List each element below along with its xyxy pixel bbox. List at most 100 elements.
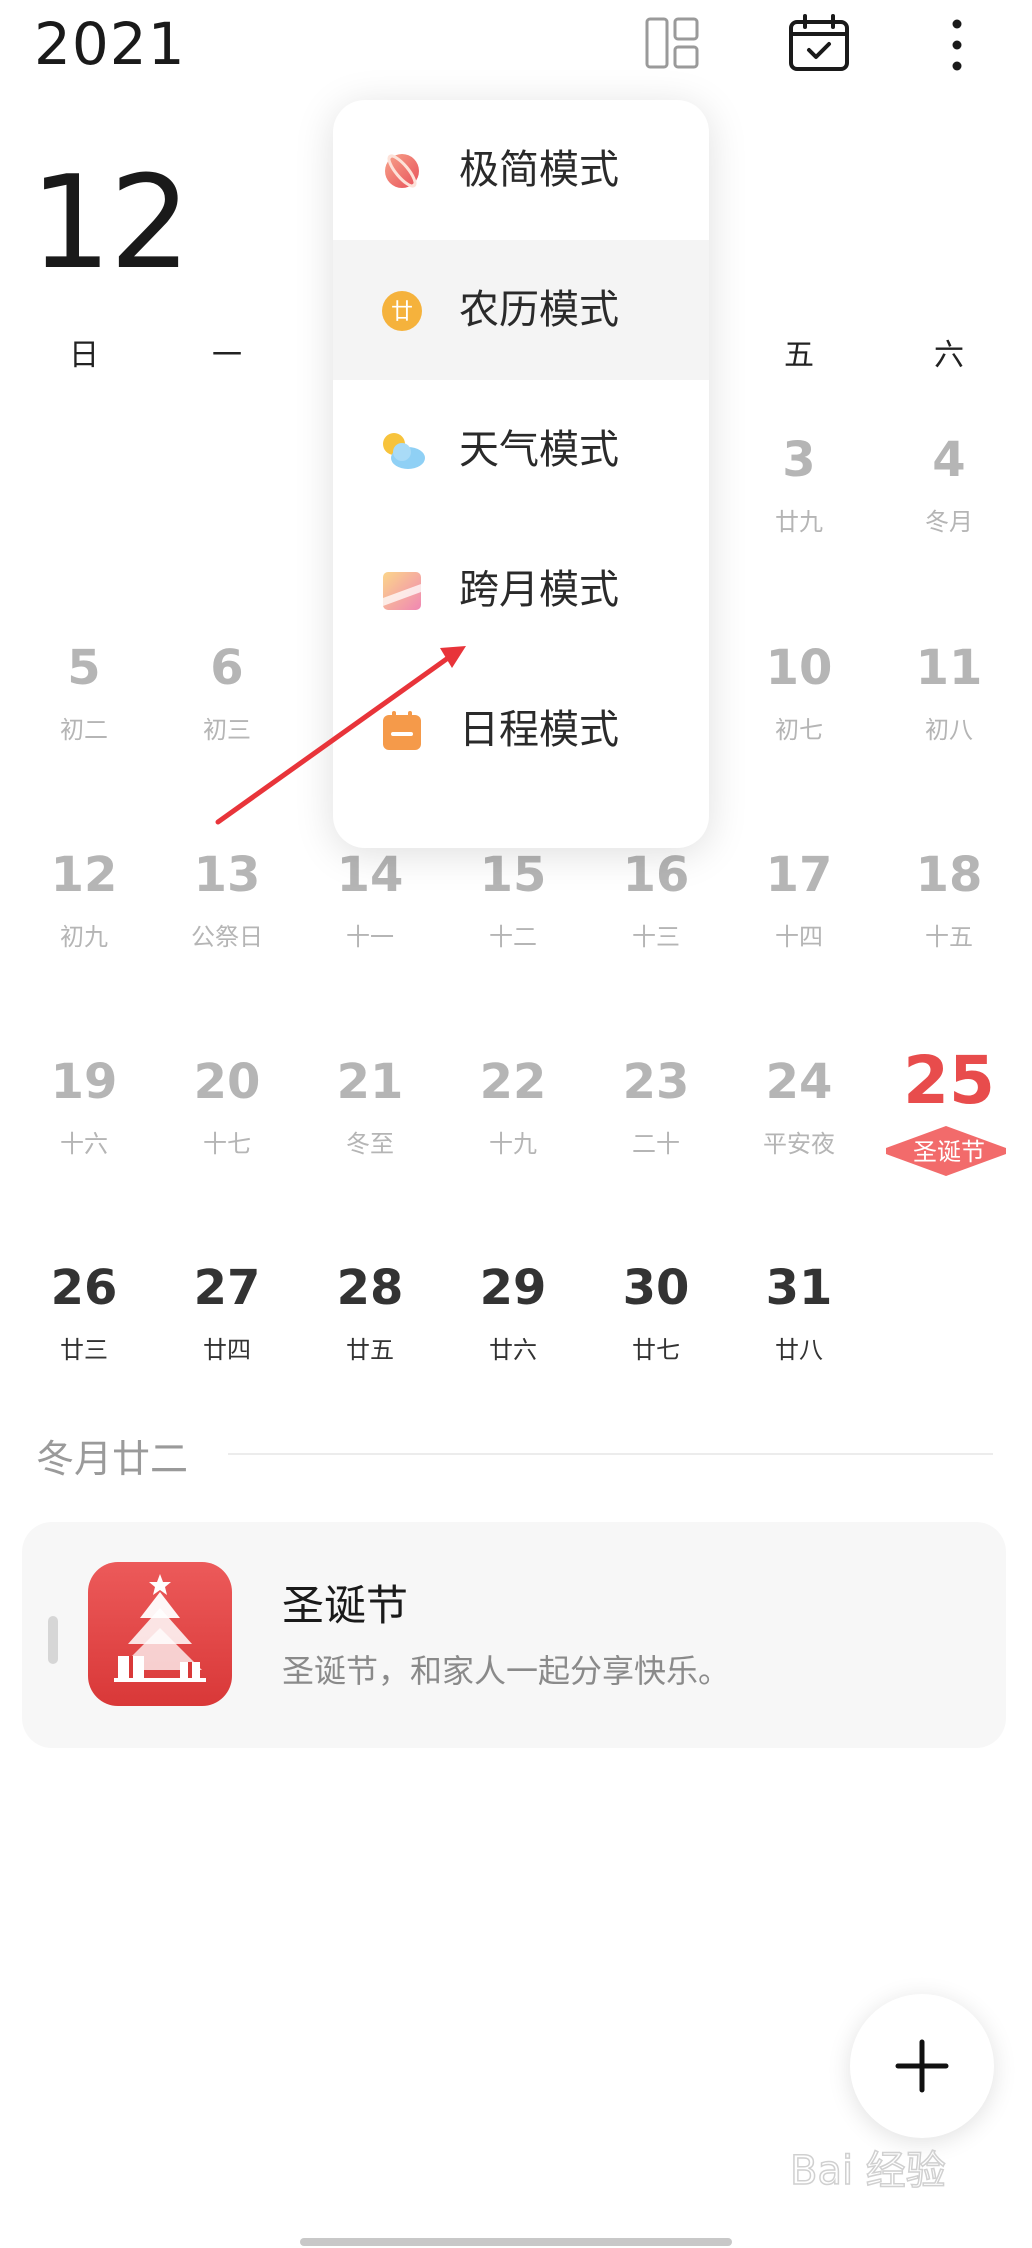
day-number: 19 xyxy=(50,1054,118,1110)
lunar-date: 初八 xyxy=(925,716,973,744)
lunar-date: 廿八 xyxy=(775,1336,823,1364)
menu-item-label: 农历模式 xyxy=(459,287,619,333)
day-cell[interactable]: 5 初二 xyxy=(12,644,156,745)
day-cell[interactable]: 31 廿八 xyxy=(727,1264,871,1365)
lunar-date: 廿七 xyxy=(632,1336,680,1364)
day-cell[interactable]: 23 二十 xyxy=(584,1058,728,1159)
day-cell[interactable]: 14 十一 xyxy=(298,851,442,952)
day-cell[interactable]: 29 廿六 xyxy=(441,1264,585,1365)
menu-item-label: 天气模式 xyxy=(459,427,619,473)
drag-handle[interactable] xyxy=(48,1616,58,1664)
menu-item-schedule[interactable]: 日程模式 xyxy=(333,660,709,800)
day-cell[interactable]: 13 公祭日 xyxy=(155,851,299,952)
lunar-date: 十四 xyxy=(775,923,823,951)
day-cell[interactable]: 15 十二 xyxy=(441,851,585,952)
month-number: 12 xyxy=(30,149,191,298)
day-number: 28 xyxy=(336,1260,404,1316)
menu-item-minimal[interactable]: 极简模式 xyxy=(333,100,709,240)
day-number: 29 xyxy=(479,1260,547,1316)
lunar-date: 十六 xyxy=(60,1130,108,1158)
event-description: 圣诞节，和家人一起分享快乐。 xyxy=(282,1652,731,1690)
day-number: 5 xyxy=(67,640,101,696)
menu-item-weather[interactable]: 天气模式 xyxy=(333,380,709,520)
day-cell[interactable]: 10 初七 xyxy=(727,644,871,745)
add-event-button[interactable] xyxy=(850,1994,994,2138)
menu-item-lunar[interactable]: 廿 农历模式 xyxy=(333,240,709,380)
lunar-date: 初七 xyxy=(775,716,823,744)
day-number: 20 xyxy=(193,1054,261,1110)
lunar-date: 廿三 xyxy=(60,1336,108,1364)
baidu-watermark-logo: Bai 经验 xyxy=(790,2147,947,2195)
day-number: 25 xyxy=(903,1042,995,1119)
day-number: 15 xyxy=(479,847,547,903)
lunar-date: 冬月 xyxy=(925,508,973,536)
day-number: 10 xyxy=(765,640,833,696)
event-title: 圣诞节 xyxy=(282,1581,409,1630)
day-cell[interactable]: 27 廿四 xyxy=(155,1264,299,1365)
lunar-date: 廿五 xyxy=(346,1336,394,1364)
lunar-date: 十三 xyxy=(632,923,680,951)
day-number: 14 xyxy=(336,847,404,903)
day-cell[interactable]: 24 平安夜 xyxy=(727,1058,871,1159)
day-cell[interactable]: 3 廿九 xyxy=(727,436,871,537)
weekday-label: 六 xyxy=(934,338,964,373)
day-number: 26 xyxy=(50,1260,118,1316)
menu-item-label: 日程模式 xyxy=(459,707,619,753)
day-number: 6 xyxy=(210,640,244,696)
plus-icon xyxy=(895,2039,949,2093)
day-cell[interactable]: 19 十六 xyxy=(12,1058,156,1159)
lunar-date: 十九 xyxy=(489,1130,537,1158)
weekday-label: 日 xyxy=(69,338,99,373)
day-number: 11 xyxy=(915,640,983,696)
lunar-date: 廿六 xyxy=(489,1336,537,1364)
menu-item-cross-month[interactable]: 跨月模式 xyxy=(333,520,709,660)
lunar-date: 平安夜 xyxy=(763,1130,835,1158)
day-number: 30 xyxy=(622,1260,690,1316)
day-number: 24 xyxy=(765,1054,833,1110)
day-cell[interactable]: 18 十五 xyxy=(877,851,1021,952)
weekday-label: 五 xyxy=(784,338,814,373)
more-vertical-icon[interactable] xyxy=(944,18,970,72)
lunar-date: 十五 xyxy=(925,923,973,951)
layout-icon[interactable] xyxy=(644,16,700,70)
weekday-label: 一 xyxy=(212,338,242,373)
day-cell[interactable]: 17 十四 xyxy=(727,851,871,952)
selected-date-label: 冬月廿二 xyxy=(36,1437,189,1481)
day-cell[interactable]: 30 廿七 xyxy=(584,1264,728,1365)
day-cell[interactable]: 21 冬至 xyxy=(298,1058,442,1159)
home-indicator[interactable] xyxy=(300,2238,732,2246)
weather-icon xyxy=(383,433,425,469)
day-number: 22 xyxy=(479,1054,547,1110)
day-cell[interactable]: 22 十九 xyxy=(441,1058,585,1159)
lunar-date: 初九 xyxy=(60,923,108,951)
day-number: 31 xyxy=(765,1260,833,1316)
day-number: 23 xyxy=(622,1054,690,1110)
calendar-check-icon[interactable] xyxy=(788,14,850,72)
day-cell-today[interactable]: 25 圣诞节 xyxy=(877,1048,1021,1167)
planet-icon xyxy=(385,154,419,188)
day-number: 3 xyxy=(782,432,816,488)
mode-menu: 极简模式 廿 农历模式 天气模式 跨月模式 日程模式 xyxy=(333,100,709,848)
day-cell[interactable]: 4 冬月 xyxy=(877,436,1021,537)
day-cell[interactable]: 20 十七 xyxy=(155,1058,299,1159)
day-number: 12 xyxy=(50,847,118,903)
day-cell[interactable]: 6 初三 xyxy=(155,644,299,745)
lunar-date: 公祭日 xyxy=(191,923,263,951)
day-cell[interactable]: 26 廿三 xyxy=(12,1264,156,1365)
day-cell[interactable]: 12 初九 xyxy=(12,851,156,952)
day-cell[interactable]: 16 十三 xyxy=(584,851,728,952)
lunar-date: 十七 xyxy=(203,1130,251,1158)
day-cell[interactable]: 28 廿五 xyxy=(298,1264,442,1365)
menu-item-label: 跨月模式 xyxy=(459,567,619,613)
day-number: 13 xyxy=(193,847,261,903)
lunar-date: 圣诞节 xyxy=(913,1138,985,1166)
cross-month-icon xyxy=(383,572,421,610)
lunar-date: 二十 xyxy=(632,1130,680,1158)
lunar-icon-glyph: 廿 xyxy=(391,300,413,325)
christmas-tree-icon xyxy=(88,1562,232,1706)
lunar-date: 十二 xyxy=(489,923,537,951)
day-number: 18 xyxy=(915,847,983,903)
schedule-icon xyxy=(383,711,421,750)
day-number: 17 xyxy=(765,847,833,903)
day-cell[interactable]: 11 初八 xyxy=(877,644,1021,745)
